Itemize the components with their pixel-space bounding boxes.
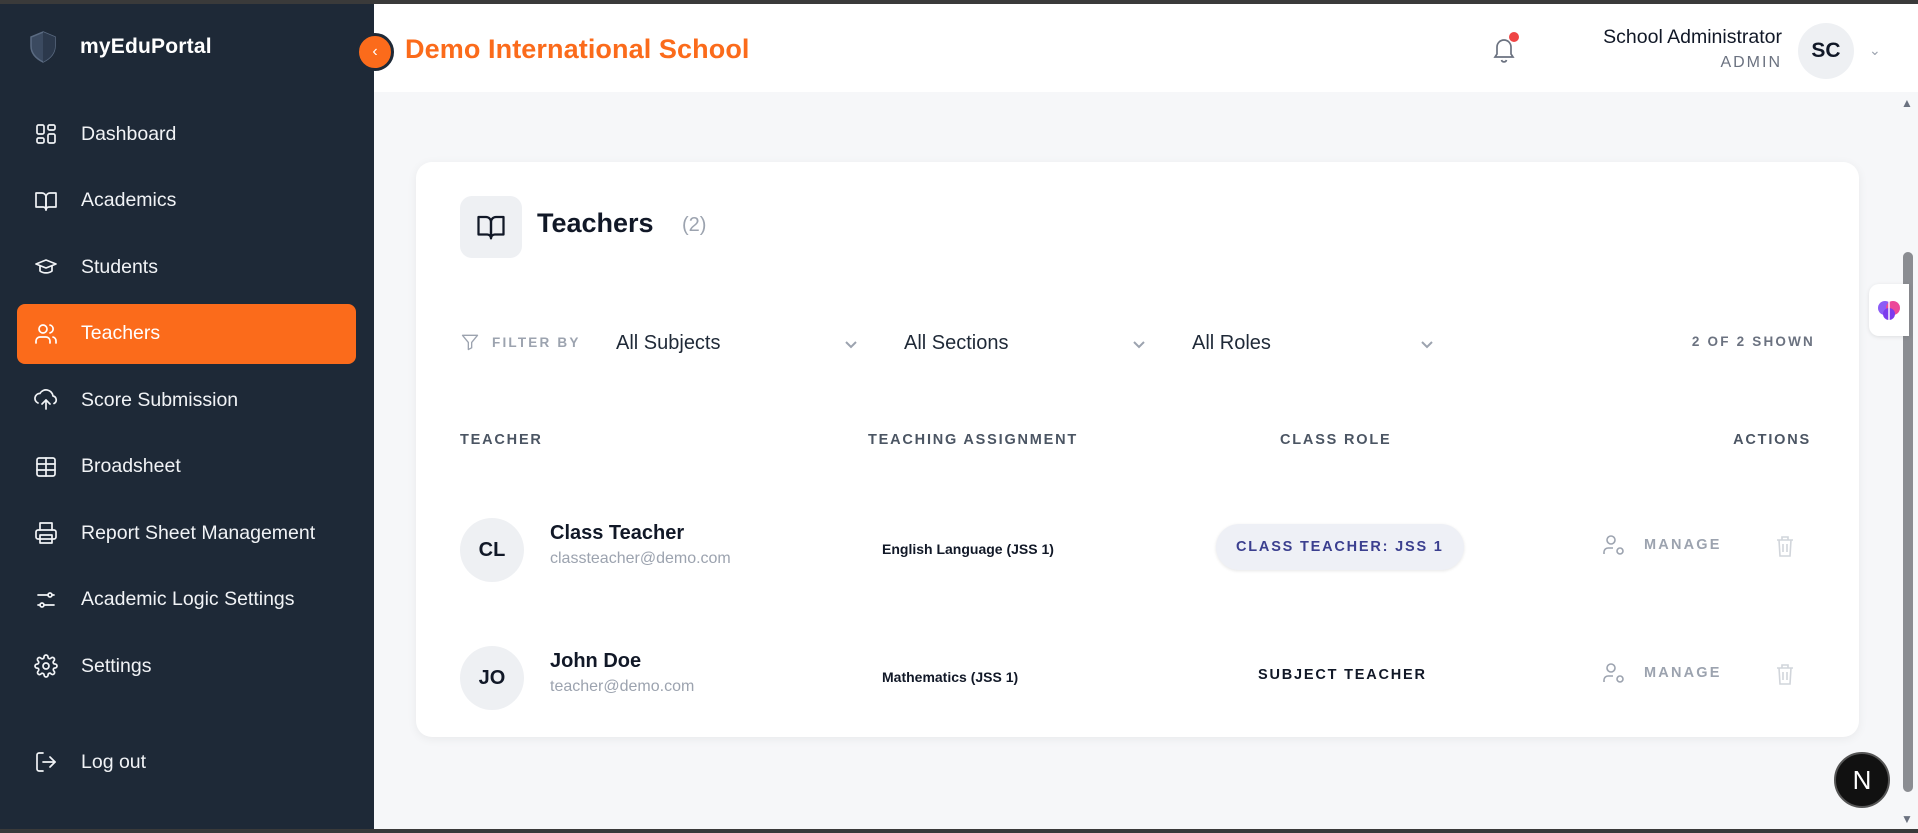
column-header-teacher: TEACHER	[460, 432, 543, 448]
sidebar-item-report-sheet-management[interactable]: Report Sheet Management	[17, 503, 356, 563]
sections-filter-value: All Sections	[904, 331, 1009, 354]
printer-icon	[34, 521, 58, 545]
scroll-down-arrow-icon[interactable]: ▼	[1901, 812, 1913, 826]
chevron-down-icon	[844, 334, 858, 349]
sidebar-nav: Dashboard Academics Students Teachers Sc…	[17, 104, 356, 703]
n-floating-button[interactable]: N	[1834, 752, 1890, 808]
manage-button[interactable]: MANAGE	[1602, 533, 1722, 557]
collapse-sidebar-button[interactable]: ‹	[356, 33, 394, 71]
sidebar-item-label: Settings	[81, 654, 152, 677]
trash-icon[interactable]	[1774, 662, 1796, 686]
roles-filter-value: All Roles	[1192, 331, 1271, 354]
column-header-actions: ACTIONS	[1733, 432, 1811, 448]
teachers-card: Teachers (2) FILTER BY All Subjects All …	[416, 162, 1859, 737]
sidebar-item-label: Academics	[81, 189, 177, 211]
grid-icon	[34, 122, 58, 146]
table-icon	[34, 455, 58, 479]
sidebar-item-label: Teachers	[81, 322, 161, 344]
graduation-cap-icon	[34, 255, 58, 279]
shield-logo-icon	[30, 31, 56, 63]
manage-label: MANAGE	[1644, 537, 1722, 553]
user-name: School Administrator	[1603, 26, 1782, 48]
role-badge: SUBJECT TEACHER	[1238, 652, 1447, 698]
manage-button[interactable]: MANAGE	[1602, 661, 1722, 685]
manage-label: MANAGE	[1644, 665, 1722, 681]
avatar: CL	[460, 518, 524, 582]
teaching-assignment: English Language (JSS 1)	[882, 541, 1054, 557]
sidebar-item-broadsheet[interactable]: Broadsheet	[17, 437, 356, 497]
table-row: CL Class Teacher classteacher@demo.com E…	[416, 486, 1859, 608]
book-open-icon	[460, 196, 522, 258]
table-header: TEACHER TEACHING ASSIGNMENT CLASS ROLE A…	[416, 410, 1859, 470]
filter-icon	[461, 334, 479, 351]
sidebar-item-academics[interactable]: Academics	[17, 171, 356, 231]
table-row: JO John Doe teacher@demo.com Mathematics…	[416, 614, 1859, 736]
sliders-icon	[34, 588, 58, 612]
sidebar-item-label: Students	[81, 255, 158, 278]
user-cog-icon	[1603, 535, 1624, 555]
app-window: myEduPortal Dashboard Academics Students	[0, 4, 1918, 829]
brain-extension-icon[interactable]	[1869, 284, 1909, 336]
sidebar-item-teachers[interactable]: Teachers	[17, 303, 356, 364]
teacher-email: teacher@demo.com	[550, 678, 695, 695]
gear-icon	[34, 654, 58, 678]
user-role: ADMIN	[1720, 54, 1782, 71]
filter-label-text: FILTER BY	[492, 334, 581, 350]
sidebar: myEduPortal Dashboard Academics Students	[0, 4, 374, 829]
chevron-down-icon	[1420, 334, 1434, 349]
sidebar-item-label: Dashboard	[81, 122, 177, 145]
column-header-assignment: TEACHING ASSIGNMENT	[868, 432, 1079, 448]
user-avatar[interactable]: SC	[1798, 23, 1854, 79]
teacher-name: John Doe	[550, 650, 642, 672]
avatar: JO	[460, 646, 524, 710]
role-badge: CLASS TEACHER: JSS 1	[1216, 524, 1464, 570]
filter-row: FILTER BY All Subjects All Sections All …	[460, 316, 1815, 372]
users-icon	[34, 322, 58, 346]
notification-dot	[1509, 32, 1519, 42]
filter-label: FILTER BY	[460, 332, 581, 352]
sidebar-item-label: Report Sheet Management	[81, 521, 316, 544]
logout-label: Log out	[81, 750, 147, 773]
shown-count: 2 OF 2 SHOWN	[1691, 334, 1815, 349]
chevron-down-icon[interactable]: ⌄	[1869, 42, 1881, 59]
sidebar-item-academic-logic-settings[interactable]: Academic Logic Settings	[17, 570, 356, 630]
sidebar-item-settings[interactable]: Settings	[17, 636, 356, 696]
scroll-up-arrow-icon[interactable]: ▲	[1901, 96, 1913, 110]
chevron-down-icon	[1132, 334, 1146, 349]
subjects-filter-select[interactable]: All Subjects	[616, 318, 878, 368]
teacher-count: (2)	[682, 214, 707, 236]
sidebar-item-dashboard[interactable]: Dashboard	[17, 104, 356, 164]
sidebar-item-label: Academic Logic Settings	[81, 588, 295, 610]
brand[interactable]: myEduPortal	[28, 30, 212, 64]
page-title: Teachers	[537, 208, 654, 238]
brand-name: myEduPortal	[80, 35, 212, 58]
school-name: Demo International School	[405, 34, 750, 64]
cloud-upload-icon	[34, 388, 58, 412]
column-header-role: CLASS ROLE	[1280, 432, 1392, 448]
sections-filter-select[interactable]: All Sections	[904, 318, 1166, 368]
teacher-name: Class Teacher	[550, 522, 685, 544]
sidebar-item-label: Score Submission	[81, 388, 239, 411]
teacher-email: classteacher@demo.com	[550, 550, 731, 567]
sidebar-item-label: Broadsheet	[81, 455, 181, 477]
chevron-left-icon: ‹	[372, 43, 378, 60]
subjects-filter-value: All Subjects	[616, 331, 721, 354]
book-open-icon	[34, 189, 58, 213]
trash-icon[interactable]	[1774, 534, 1796, 558]
sidebar-item-students[interactable]: Students	[17, 237, 356, 297]
teaching-assignment: Mathematics (JSS 1)	[882, 669, 1019, 685]
roles-filter-select[interactable]: All Roles	[1192, 318, 1454, 368]
logout-button[interactable]: Log out	[34, 750, 146, 774]
user-cog-icon	[1603, 663, 1624, 683]
logout-icon	[34, 750, 58, 774]
sidebar-item-score-submission[interactable]: Score Submission	[17, 370, 356, 430]
